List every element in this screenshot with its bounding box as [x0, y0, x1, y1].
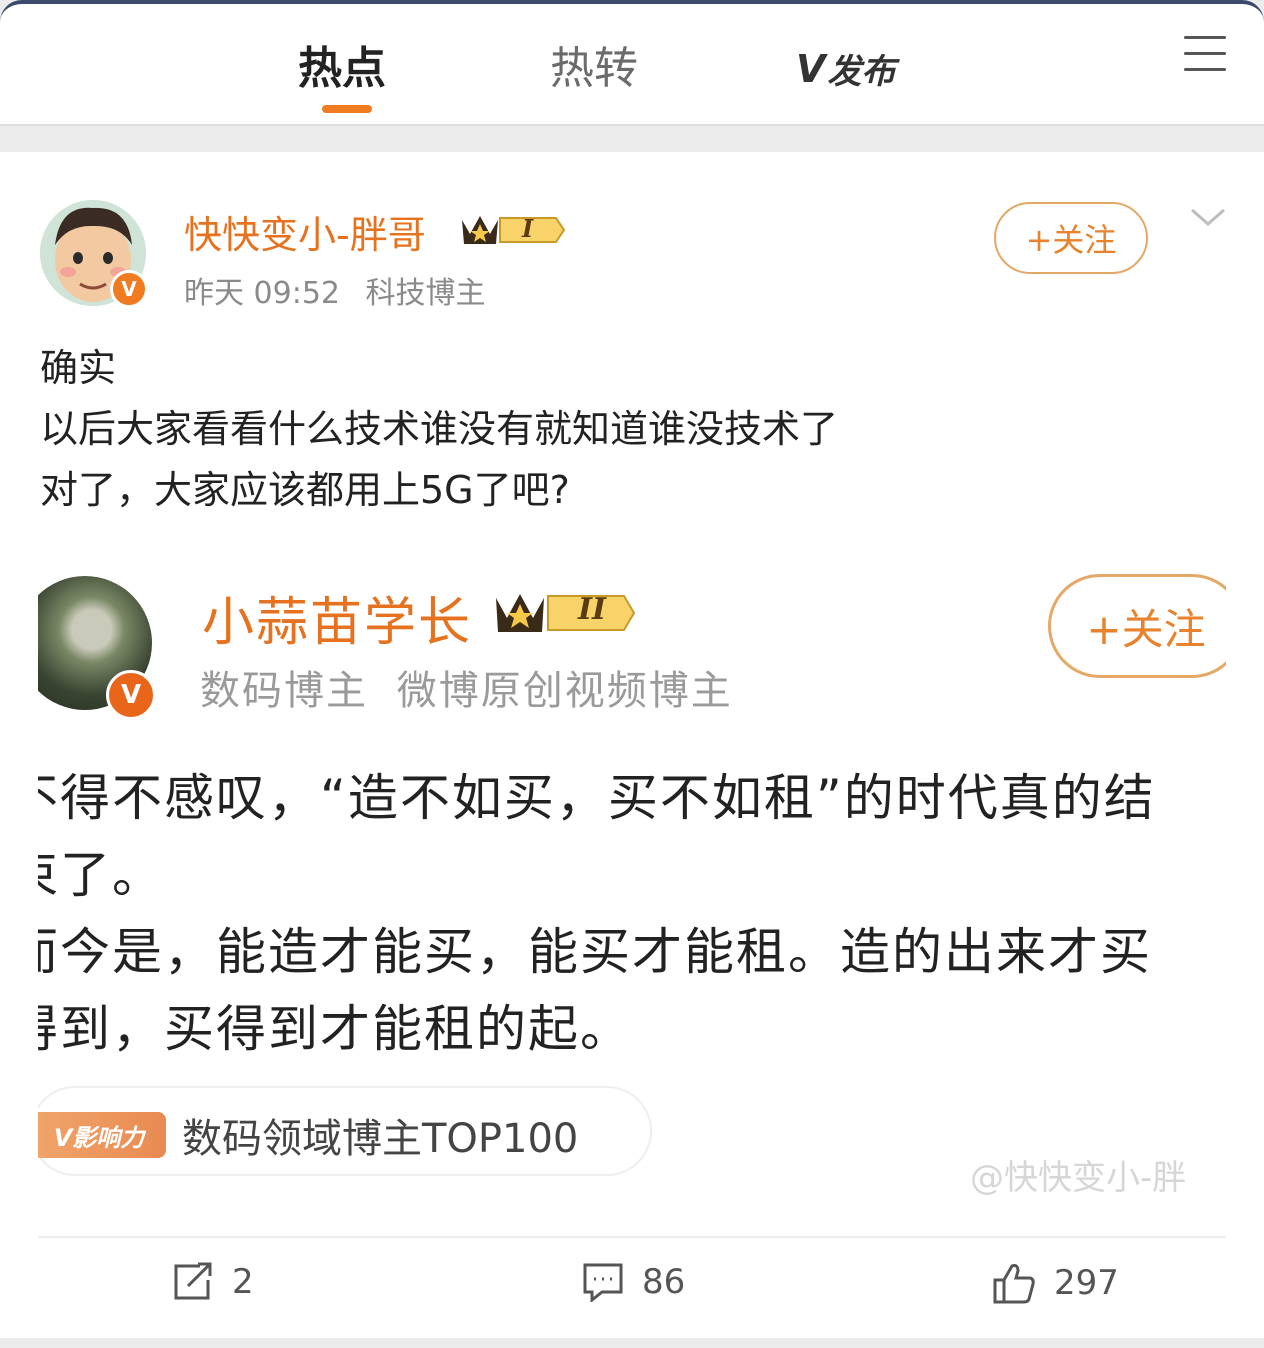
v-logo-icon: V — [796, 46, 825, 91]
comment-icon — [583, 1263, 623, 1302]
comment-count: 86 — [642, 1262, 686, 1302]
post-card: V 快快变小-胖哥 I 昨天 09:52 科技博主 +关注 确实 以后大家看看什… — [0, 152, 1264, 1338]
crown-level-icon[interactable]: I — [460, 210, 566, 250]
repost-button[interactable]: 2 — [172, 1262, 254, 1302]
post-line: 以后大家看看什么技术谁没有就知道谁没技术了 — [40, 407, 839, 451]
chevron-down-icon[interactable] — [1190, 202, 1226, 232]
influence-badge: V影响力 — [38, 1112, 166, 1158]
weibo-watermark: @快快变小-胖 — [970, 1158, 1187, 1198]
author-name[interactable]: 快快变小-胖哥 — [184, 204, 426, 259]
post-text: 确实 以后大家看看什么技术谁没有就知道谁没技术了 对了，大家应该都用上5G了吧? — [40, 338, 1230, 521]
divider — [38, 1236, 1226, 1238]
tab-v-publish[interactable]: V 发布 — [796, 44, 895, 93]
post-time: 昨天 09:52 — [184, 276, 340, 311]
influence-text: 数码领域博主TOP100 — [182, 1116, 579, 1162]
verified-badge-icon: V — [110, 270, 148, 308]
like-button[interactable]: 297 — [992, 1262, 1119, 1304]
author-tag: 科技博主 — [365, 276, 486, 311]
crown-level-label: I — [522, 214, 534, 243]
post-line: 对了，大家应该都用上5G了吧? — [40, 468, 570, 512]
comment-button[interactable]: 86 — [582, 1262, 685, 1302]
v-publish-label: 发布 — [827, 52, 896, 92]
repost-icon — [174, 1262, 212, 1300]
thumbs-up-icon — [993, 1264, 1035, 1304]
like-count: 297 — [1054, 1263, 1119, 1303]
influence-pill: V影响力 数码领域博主TOP100 — [38, 1086, 652, 1176]
active-tab-indicator — [322, 105, 372, 113]
menu-icon[interactable] — [1184, 36, 1226, 72]
follow-button[interactable]: +关注 — [994, 202, 1148, 274]
top-nav: 热点 热转 V 发布 — [0, 0, 1264, 124]
tab-hot-repost[interactable]: 热转 — [550, 32, 638, 96]
divider — [0, 124, 1264, 126]
tab-hot[interactable]: 热点 — [298, 32, 386, 96]
embedded-footer: V影响力 数码领域博主TOP100 @快快变小-胖 — [38, 566, 1226, 1246]
post-meta: 昨天 09:52 科技博主 — [184, 268, 486, 312]
repost-count: 2 — [232, 1262, 254, 1302]
post-line: 确实 — [40, 346, 117, 390]
